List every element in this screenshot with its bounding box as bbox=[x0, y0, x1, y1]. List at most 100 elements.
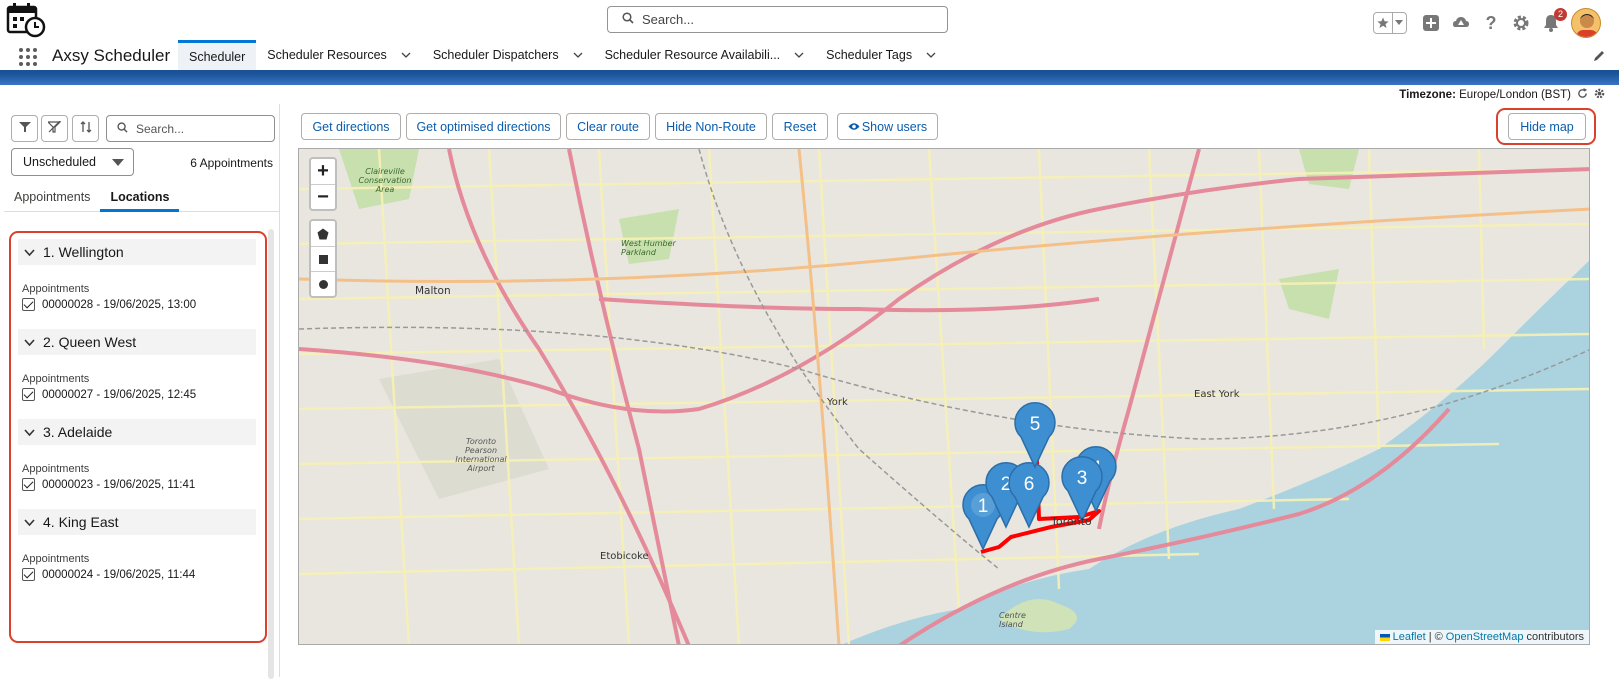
location-group: 4. King East Appointments 00000024 - 19/… bbox=[18, 509, 256, 581]
appointment-checkbox[interactable] bbox=[22, 568, 35, 581]
get-optimised-directions-button[interactable]: Get optimised directions bbox=[406, 113, 561, 140]
timezone-label: Timezone: bbox=[1399, 89, 1456, 101]
map-attribution: Leaflet | © OpenStreetMap contributors bbox=[1374, 630, 1589, 644]
search-icon bbox=[117, 120, 128, 138]
location-subtitle: Appointments bbox=[22, 553, 90, 565]
chevron-down-icon[interactable] bbox=[24, 248, 35, 256]
appointment-row: 00000023 - 19/06/2025, 11:41 bbox=[18, 478, 256, 491]
location-title: 2. Queen West bbox=[43, 334, 137, 350]
location-header[interactable]: 1. Wellington bbox=[18, 239, 256, 265]
osm-link[interactable]: OpenStreetMap bbox=[1446, 631, 1524, 643]
zoom-control: + − bbox=[309, 157, 337, 211]
chevron-down-icon[interactable] bbox=[573, 49, 583, 61]
appointment-row: 00000027 - 19/06/2025, 12:45 bbox=[18, 388, 256, 401]
draw-polygon-icon[interactable] bbox=[311, 221, 335, 246]
location-subtitle: Appointments bbox=[22, 373, 90, 385]
notifications-bell-icon[interactable]: 2 bbox=[1541, 8, 1567, 33]
notification-count-badge: 2 bbox=[1554, 8, 1567, 21]
locations-scrollbar[interactable] bbox=[268, 229, 274, 679]
appointment-search-input[interactable]: Search... bbox=[106, 115, 275, 142]
star-icon bbox=[1374, 13, 1393, 33]
status-filter-value: Unscheduled bbox=[23, 155, 96, 169]
reset-button[interactable]: Reset bbox=[772, 113, 828, 140]
tab-appointments[interactable]: Appointments bbox=[4, 182, 100, 212]
favorites-button[interactable] bbox=[1373, 12, 1407, 34]
chevron-down-icon[interactable] bbox=[24, 338, 35, 346]
gear-icon[interactable] bbox=[1511, 13, 1531, 33]
map-label-east-york: East York bbox=[1194, 389, 1240, 400]
location-group: 2. Queen West Appointments 00000027 - 19… bbox=[18, 329, 256, 401]
chevron-down-icon bbox=[1393, 13, 1406, 33]
header-band bbox=[0, 73, 1619, 85]
location-group: 3. Adelaide Appointments 00000023 - 19/0… bbox=[18, 419, 256, 491]
clear-filter-button[interactable] bbox=[41, 115, 68, 142]
appointment-checkbox[interactable] bbox=[22, 298, 35, 311]
location-title: 3. Adelaide bbox=[43, 424, 113, 440]
help-icon[interactable]: ? bbox=[1481, 13, 1501, 33]
map-label-claireville: Claireville Conservation Area bbox=[358, 167, 412, 194]
status-filter-select[interactable]: Unscheduled bbox=[11, 148, 134, 176]
appointment-checkbox[interactable] bbox=[22, 388, 35, 401]
marker-label: 5 bbox=[1030, 414, 1041, 435]
show-users-button[interactable]: Show users bbox=[837, 113, 938, 140]
sort-button[interactable] bbox=[72, 115, 99, 142]
appointment-label: 00000027 - 19/06/2025, 12:45 bbox=[42, 388, 197, 401]
route-map[interactable]: 1 2 6 4 3 5 Malton York bbox=[298, 148, 1590, 645]
draw-toolbar bbox=[309, 219, 337, 298]
tab-label: Scheduler Resources bbox=[267, 48, 387, 62]
appointment-label: 00000028 - 19/06/2025, 13:00 bbox=[42, 298, 197, 311]
draw-rectangle-icon[interactable] bbox=[311, 246, 335, 271]
user-avatar[interactable] bbox=[1571, 8, 1601, 38]
tab-scheduler-dispatchers[interactable]: Scheduler Dispatchers bbox=[422, 40, 594, 70]
zoom-in-button[interactable]: + bbox=[311, 159, 335, 184]
zoom-out-button[interactable]: − bbox=[311, 184, 335, 209]
gear-icon[interactable] bbox=[1594, 88, 1605, 102]
appointment-row: 00000024 - 19/06/2025, 11:44 bbox=[18, 568, 256, 581]
chevron-down-icon[interactable] bbox=[24, 428, 35, 436]
add-icon[interactable] bbox=[1421, 13, 1441, 33]
tab-scheduler-resource-availability[interactable]: Scheduler Resource Availabili... bbox=[594, 40, 816, 70]
eye-icon bbox=[848, 122, 860, 131]
map-label-centre-island: Centre Island bbox=[999, 611, 1026, 629]
tab-label: Locations bbox=[110, 190, 170, 204]
chevron-down-icon[interactable] bbox=[24, 518, 35, 526]
tab-label: Scheduler Resource Availabili... bbox=[604, 48, 781, 62]
get-directions-button[interactable]: Get directions bbox=[301, 113, 401, 140]
location-subtitle: Appointments bbox=[22, 463, 90, 475]
hide-non-route-button[interactable]: Hide Non-Route bbox=[655, 113, 767, 140]
leaflet-link[interactable]: Leaflet bbox=[1393, 631, 1426, 643]
calendar-clock-logo-icon bbox=[6, 2, 46, 38]
map-label-pearson: Toronto Pearson International Airport bbox=[455, 437, 507, 473]
chevron-down-icon[interactable] bbox=[794, 49, 804, 61]
caret-down-icon bbox=[112, 159, 124, 166]
location-header[interactable]: 4. King East bbox=[18, 509, 256, 535]
app-launcher-icon[interactable] bbox=[19, 48, 37, 66]
location-header[interactable]: 2. Queen West bbox=[18, 329, 256, 355]
appointments-panel: Search... Unscheduled 6 Appointments App… bbox=[4, 104, 280, 679]
tab-scheduler[interactable]: Scheduler bbox=[178, 40, 257, 70]
filter-button[interactable] bbox=[11, 115, 38, 142]
tab-locations[interactable]: Locations bbox=[100, 182, 180, 212]
sort-icon bbox=[80, 120, 92, 138]
chevron-down-icon[interactable] bbox=[401, 49, 411, 61]
filter-icon bbox=[18, 120, 31, 138]
draw-circle-icon[interactable] bbox=[311, 271, 335, 296]
appointment-checkbox[interactable] bbox=[22, 478, 35, 491]
clear-route-button[interactable]: Clear route bbox=[566, 113, 650, 140]
global-search-input[interactable]: Search... bbox=[607, 6, 948, 33]
edit-nav-pencil-icon[interactable] bbox=[1593, 49, 1605, 67]
marker-label: 3 bbox=[1077, 468, 1088, 489]
search-icon bbox=[622, 11, 634, 29]
tab-scheduler-tags[interactable]: Scheduler Tags bbox=[815, 40, 947, 70]
tab-scheduler-resources[interactable]: Scheduler Resources bbox=[256, 40, 422, 70]
trailhead-icon[interactable] bbox=[1451, 13, 1471, 33]
hide-map-button[interactable]: Hide map bbox=[1508, 113, 1586, 140]
chevron-down-icon[interactable] bbox=[926, 49, 936, 61]
attribution-suffix: contributors bbox=[1526, 631, 1584, 643]
timezone-indicator: Timezone: Europe/London (BST) bbox=[1399, 88, 1605, 102]
appointment-label: 00000023 - 19/06/2025, 11:41 bbox=[42, 478, 196, 491]
show-users-label: Show users bbox=[861, 119, 928, 134]
location-header[interactable]: 3. Adelaide bbox=[18, 419, 256, 445]
tab-label: Appointments bbox=[14, 190, 91, 204]
refresh-icon[interactable] bbox=[1577, 88, 1588, 102]
